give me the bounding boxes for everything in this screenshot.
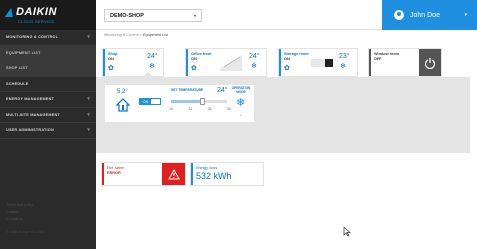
scale-label: 26 — [207, 107, 212, 111]
slider-fill — [171, 100, 203, 103]
toggle-label: ON — [140, 99, 151, 104]
sidebar-footer: Terms and policy Cookies Contact us © Da… — [6, 202, 44, 236]
chevron-down-icon: ▾ — [464, 12, 467, 18]
sidebar-item-schedule[interactable]: SCHEDULE — [0, 77, 96, 92]
chevron-down-icon: ▾ — [87, 34, 90, 41]
unit-state: ON — [284, 57, 290, 61]
footer-link-contact[interactable]: Contact us — [6, 216, 44, 223]
user-avatar-icon — [394, 10, 404, 20]
sidebar-item-label: MONITORING & CONTROL — [6, 35, 59, 40]
fan-icon: ✿ — [108, 65, 114, 72]
energy-title: Energy cons. — [196, 166, 219, 170]
unit-card-storage-room[interactable]: Storage room ON ✿ 23° ❄ — [279, 49, 357, 76]
unit-name: Storage room — [284, 52, 309, 56]
alarm-value: ERROR — [107, 171, 121, 175]
cassette-unit-icon — [220, 55, 242, 71]
slider-handle[interactable] — [200, 98, 206, 105]
sidebar: DAIKIN CLOUD SERVICE MONITORING & CONTRO… — [0, 0, 96, 249]
snowflake-icon: ❄ — [149, 63, 155, 70]
sidebar-item-user-administration[interactable]: USER ADMINISTRATION ▾ — [0, 123, 96, 139]
snowflake-icon: ❄ — [340, 63, 346, 70]
brand-name: DAIKIN — [16, 6, 57, 18]
energy-value: 532 kWh — [196, 171, 232, 181]
warning-badge — [162, 163, 185, 185]
set-temperature-value: 24° — [217, 87, 228, 94]
footer-link-terms[interactable]: Terms and policy — [6, 202, 44, 209]
fan-icon: ✿ — [284, 65, 290, 72]
copyright: © Daikin Europe N.V. 2014 — [6, 230, 45, 234]
top-bar: DEMO-SHOP ▾ John Doe ▾ — [96, 0, 477, 30]
sidebar-item-shop-list[interactable]: SHOP LIST — [0, 61, 96, 77]
sidebar-item-multi-site-management[interactable]: MULTI-SITE MANAGEMENT ▾ — [0, 108, 96, 123]
unit-state: OFF — [374, 57, 382, 61]
warning-icon — [167, 168, 180, 179]
sidebar-item-label: USER ADMINISTRATION — [6, 128, 54, 133]
breadcrumb: Monitoring & Control > Equipment List — [104, 33, 168, 37]
scale-label: 30 — [227, 107, 231, 111]
unit-state: ON — [191, 57, 197, 61]
room-temp: 5.2° — [117, 89, 128, 95]
chevron-down-icon: ▾ — [193, 13, 196, 18]
sidebar-item-energy-management[interactable]: ENERGY MANAGEMENT ▾ — [0, 92, 96, 108]
sidebar-item-label: MULTI-SITE MANAGEMENT — [6, 112, 60, 117]
unit-detail-card: 5.2° ON SET TEMPERATURE 24° 16 21 26 30 … — [105, 85, 254, 122]
on-off-toggle[interactable]: ON — [139, 98, 161, 105]
unit-name: Office front — [191, 52, 212, 56]
unit-card-window-room[interactable]: Window room OFF — [369, 49, 441, 76]
user-name: John Doe — [410, 11, 440, 19]
chevron-down-icon: ▾ — [87, 96, 90, 103]
scale-label: 16 — [169, 107, 173, 111]
snowflake-icon: ❄ — [251, 63, 257, 70]
operation-mode-label: OPERATION MODE — [231, 86, 251, 94]
alarm-title: Fire alarm — [107, 166, 125, 170]
sidebar-nav: MONITORING & CONTROL ▾ EQUIPMENT LIST SHOP … — [0, 30, 96, 139]
sidebar-item-label: EQUIPMENT LIST — [6, 50, 41, 55]
unit-temp: 24° — [249, 53, 260, 60]
breadcrumb-parent[interactable]: Monitoring & Control — [104, 33, 139, 37]
unit-state: ON — [108, 57, 114, 61]
logo[interactable]: DAIKIN CLOUD SERVICE — [0, 0, 96, 30]
unit-card-shop[interactable]: Shop ON ✿ 24° ❄ — [103, 49, 163, 76]
chevron-down-icon: ▾ — [87, 111, 90, 118]
slider-scale: 16 21 26 30 — [169, 107, 231, 111]
fan-icon: ✿ — [191, 65, 197, 72]
power-button[interactable] — [419, 49, 441, 76]
sidebar-item-monitoring-control[interactable]: MONITORING & CONTROL ▾ — [0, 30, 96, 46]
house-thermometer-icon — [116, 98, 130, 112]
unit-card-office-front[interactable]: Office front ON ✿ 24° ❄ — [186, 49, 266, 76]
breadcrumb-separator: > — [139, 33, 142, 37]
shop-select[interactable]: DEMO-SHOP ▾ — [104, 9, 202, 22]
chevron-down-icon: ▾ — [87, 127, 90, 134]
footer-link-cookies[interactable]: Cookies — [6, 209, 44, 216]
mouse-cursor-icon — [343, 226, 351, 237]
temperature-slider[interactable] — [171, 98, 227, 105]
snowflake-icon[interactable]: ❄ — [236, 96, 245, 109]
unit-name: Window room — [374, 52, 400, 56]
sidebar-item-equipment-list[interactable]: EQUIPMENT LIST — [0, 45, 96, 61]
unit-name: Shop — [108, 52, 118, 56]
sidebar-item-label: SHOP LIST — [6, 66, 28, 71]
energy-consumption-card[interactable]: Energy cons. 532 kWh — [191, 163, 263, 185]
sidebar-item-label: SCHEDULE — [6, 81, 29, 86]
unit-temp: 24° — [147, 53, 158, 60]
wall-unit-icon — [311, 59, 333, 67]
set-temperature-label: SET TEMPERATURE — [171, 88, 204, 92]
scale-label: 21 — [188, 107, 193, 111]
brand-subtitle: CLOUD SERVICE — [18, 19, 55, 24]
fire-alarm-card[interactable]: Fire alarm ERROR — [102, 163, 185, 185]
chevron-down-icon[interactable]: ⌄ — [239, 112, 243, 118]
sidebar-item-label: ENERGY MANAGEMENT — [6, 97, 55, 102]
user-menu[interactable]: John Doe ▾ — [382, 0, 477, 30]
breadcrumb-current: Equipment List — [142, 33, 169, 37]
shop-select-value: DEMO-SHOP — [110, 12, 144, 19]
daikin-logo-icon — [4, 7, 16, 17]
unit-temp: 23° — [339, 53, 350, 60]
power-icon — [424, 57, 436, 69]
